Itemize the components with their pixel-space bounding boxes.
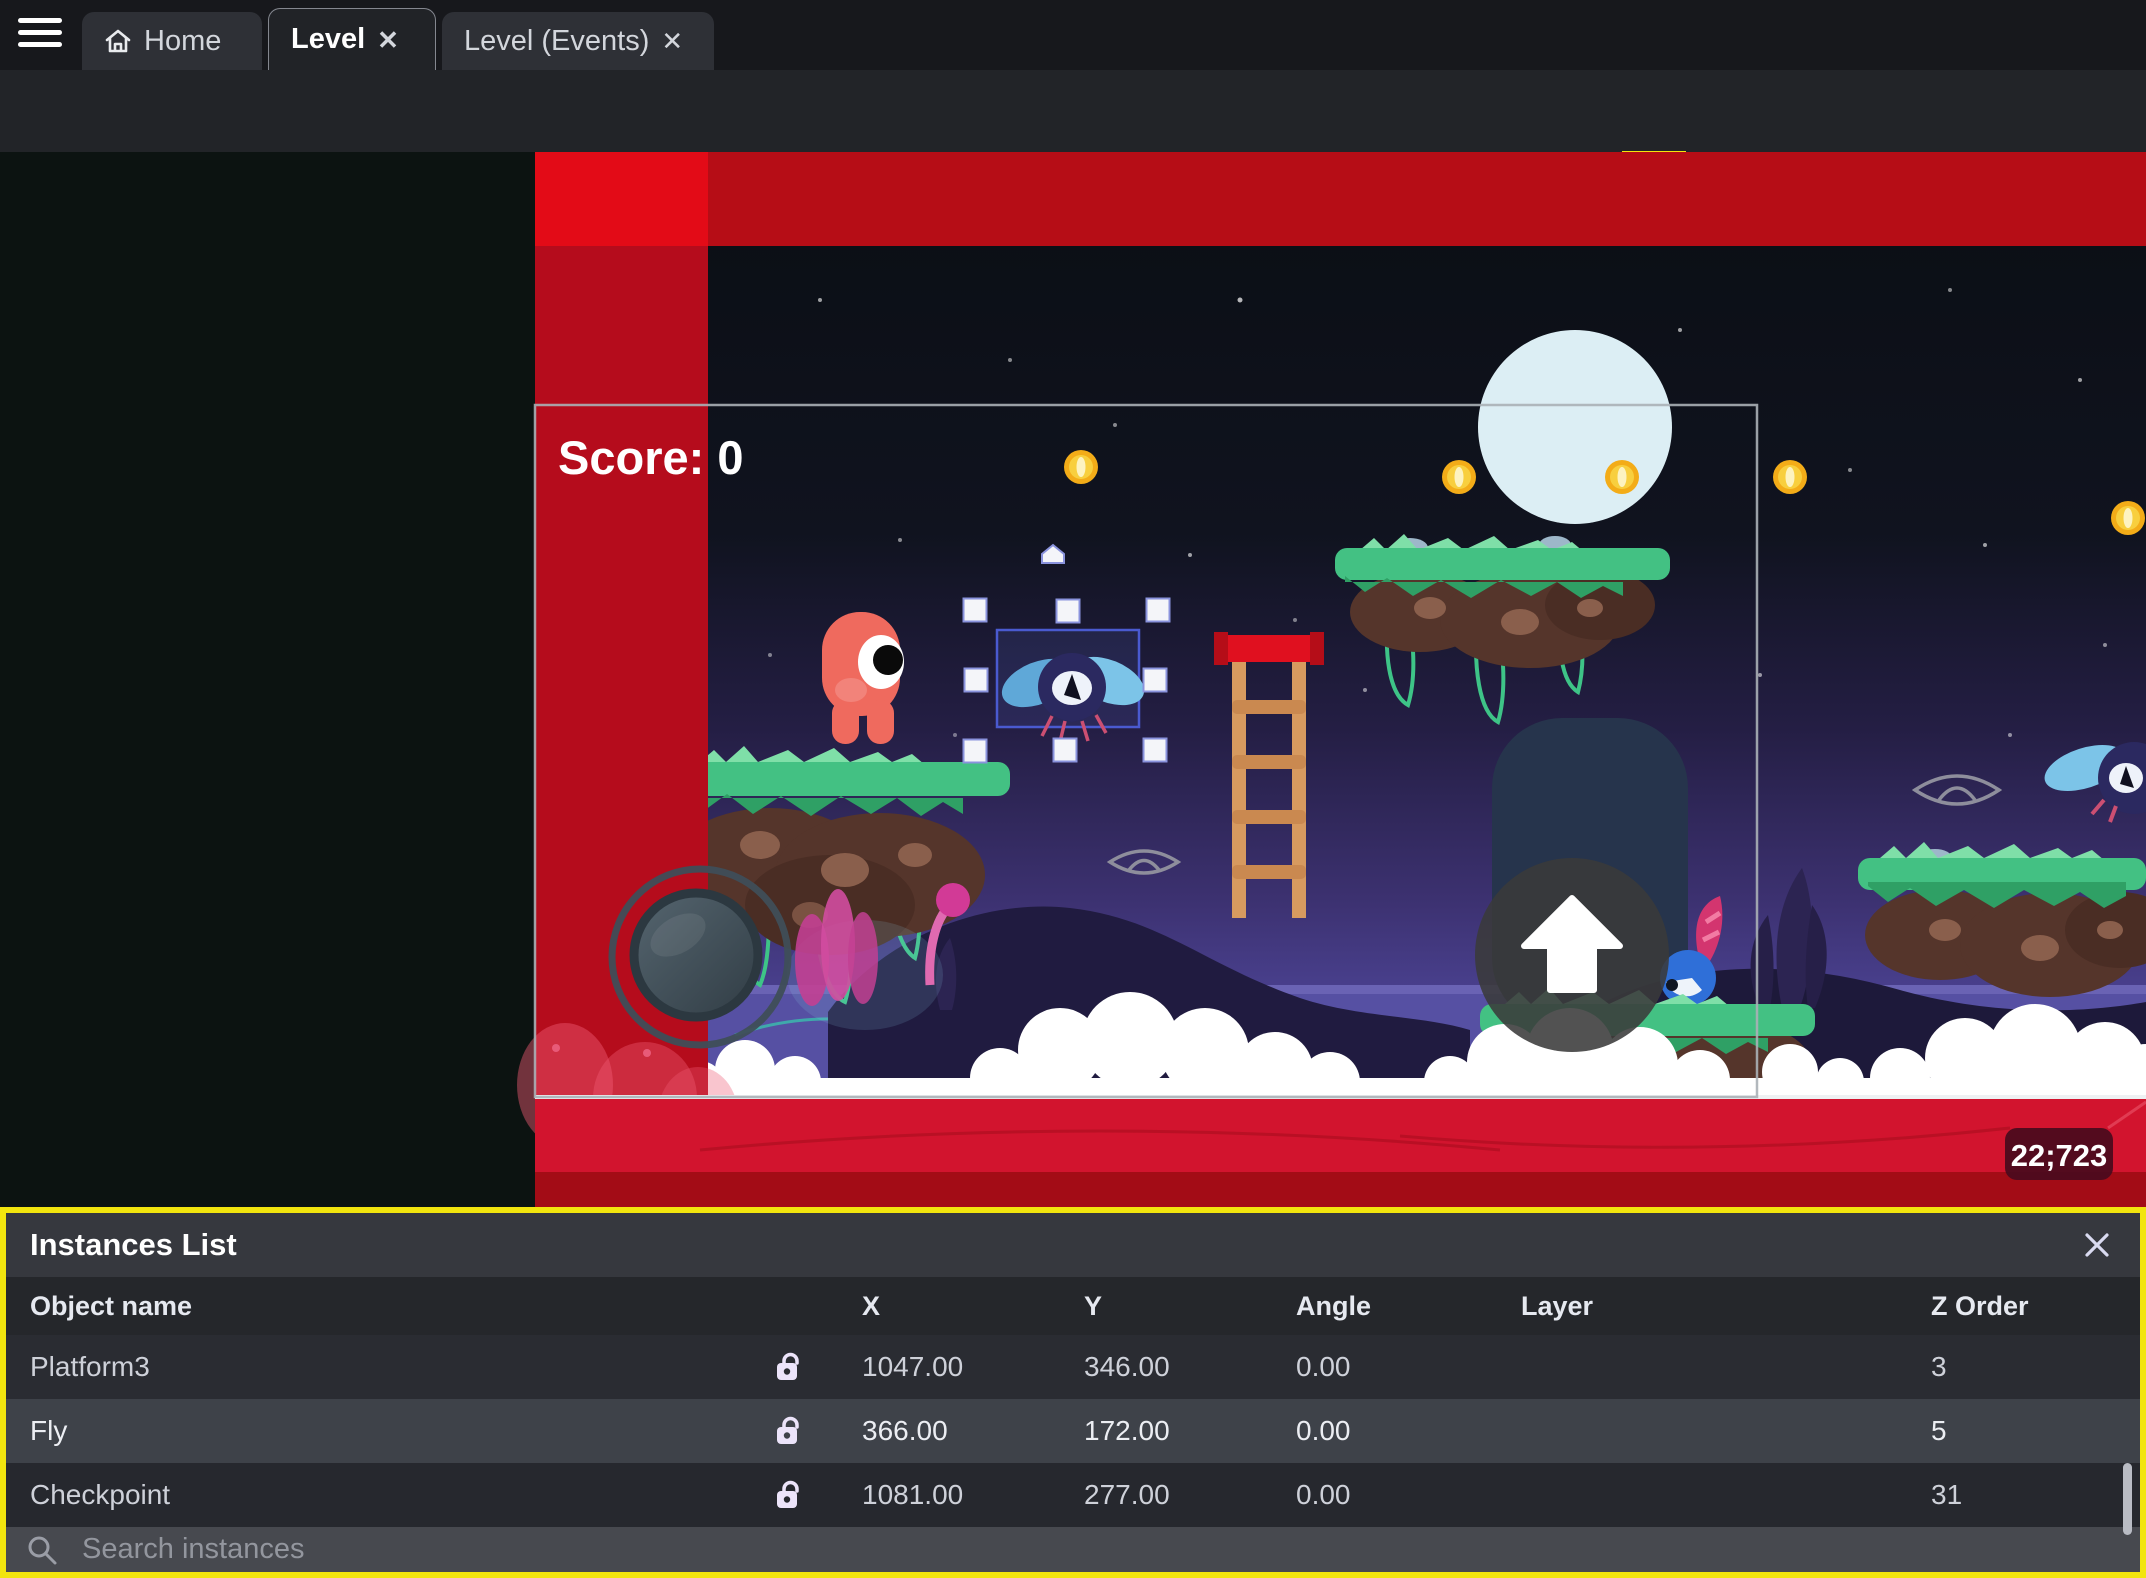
tab-level[interactable]: Level ✕ [268, 8, 436, 70]
unlock-icon[interactable] [742, 1478, 832, 1512]
search-bar [6, 1527, 2140, 1572]
cell-y[interactable]: 172.00 [1054, 1415, 1266, 1447]
jump-button[interactable] [1475, 858, 1669, 1052]
svg-text:22;723: 22;723 [2011, 1138, 2108, 1173]
col-angle: Angle [1296, 1290, 1372, 1321]
col-z-order: Z Order [1931, 1290, 2029, 1321]
table-row-checkpoint[interactable]: Checkpoint 1081.00 277.00 0.00 31 [6, 1463, 2140, 1527]
table-row-fly-selected[interactable]: Fly 366.00 172.00 0.00 5 [6, 1399, 2140, 1463]
close-icon[interactable] [2082, 1230, 2112, 1260]
search-input[interactable] [82, 1533, 2140, 1566]
tab-level-events[interactable]: Level (Events) ✕ [442, 12, 714, 70]
unlock-icon[interactable] [742, 1414, 832, 1448]
col-y: Y [1084, 1290, 1103, 1321]
menu-hamburger-icon[interactable] [18, 18, 62, 52]
cell-x[interactable]: 1081.00 [832, 1479, 1054, 1511]
cell-z-order[interactable]: 31 [1901, 1479, 2140, 1511]
cell-object-name: Checkpoint [30, 1479, 171, 1510]
cell-angle[interactable]: 0.00 [1266, 1415, 1491, 1447]
scene-canvas[interactable]: Score: 0 22;723 [0, 152, 2146, 1207]
tab-level-label: Level [291, 23, 366, 55]
table-row-platform3[interactable]: Platform3 1047.00 346.00 0.00 3 [6, 1335, 2140, 1399]
cell-y[interactable]: 346.00 [1054, 1351, 1266, 1383]
moon [1478, 330, 1672, 524]
cell-z-order[interactable]: 3 [1901, 1351, 2140, 1383]
cell-x[interactable]: 1047.00 [832, 1351, 1054, 1383]
cell-angle[interactable]: 0.00 [1266, 1351, 1491, 1383]
tab-level-events-close-icon[interactable]: ✕ [661, 28, 683, 54]
home-icon [105, 29, 131, 53]
col-x: X [862, 1290, 881, 1321]
editor-toolbar: Preview Publish [0, 70, 2146, 220]
joystick-control[interactable] [608, 865, 792, 1049]
col-layer: Layer [1521, 1290, 1594, 1321]
fly-instance-selected[interactable] [995, 628, 1151, 743]
scene-bottom-red [535, 1097, 2146, 1207]
score-label: Score: 0 [558, 431, 743, 484]
instances-panel-title: Instances List [30, 1227, 237, 1262]
cell-z-order[interactable]: 5 [1901, 1415, 2140, 1447]
cell-angle[interactable]: 0.00 [1266, 1479, 1491, 1511]
cell-x[interactable]: 366.00 [832, 1415, 1054, 1447]
top-tab-bar: Home Level ✕ Level (Events) ✕ [0, 0, 2146, 70]
search-icon [28, 1536, 57, 1564]
instances-panel-titlebar: Instances List [6, 1213, 2140, 1277]
cell-y[interactable]: 277.00 [1054, 1479, 1266, 1511]
tab-home-label: Home [144, 24, 222, 57]
instances-table-header: Object name X Y Angle Layer Z Order [6, 1277, 2140, 1335]
tab-home[interactable]: Home [82, 12, 262, 70]
scrollbar-thumb[interactable] [2123, 1463, 2132, 1535]
tab-level-close-icon[interactable]: ✕ [377, 27, 399, 53]
instances-panel: Instances List Object name X Y Angle Lay… [0, 1207, 2146, 1578]
tab-level-events-label: Level (Events) [464, 24, 650, 57]
cell-object-name: Fly [30, 1415, 68, 1446]
cell-object-name: Platform3 [30, 1351, 150, 1382]
col-object-name: Object name [30, 1290, 193, 1321]
unlock-icon[interactable] [742, 1350, 832, 1384]
